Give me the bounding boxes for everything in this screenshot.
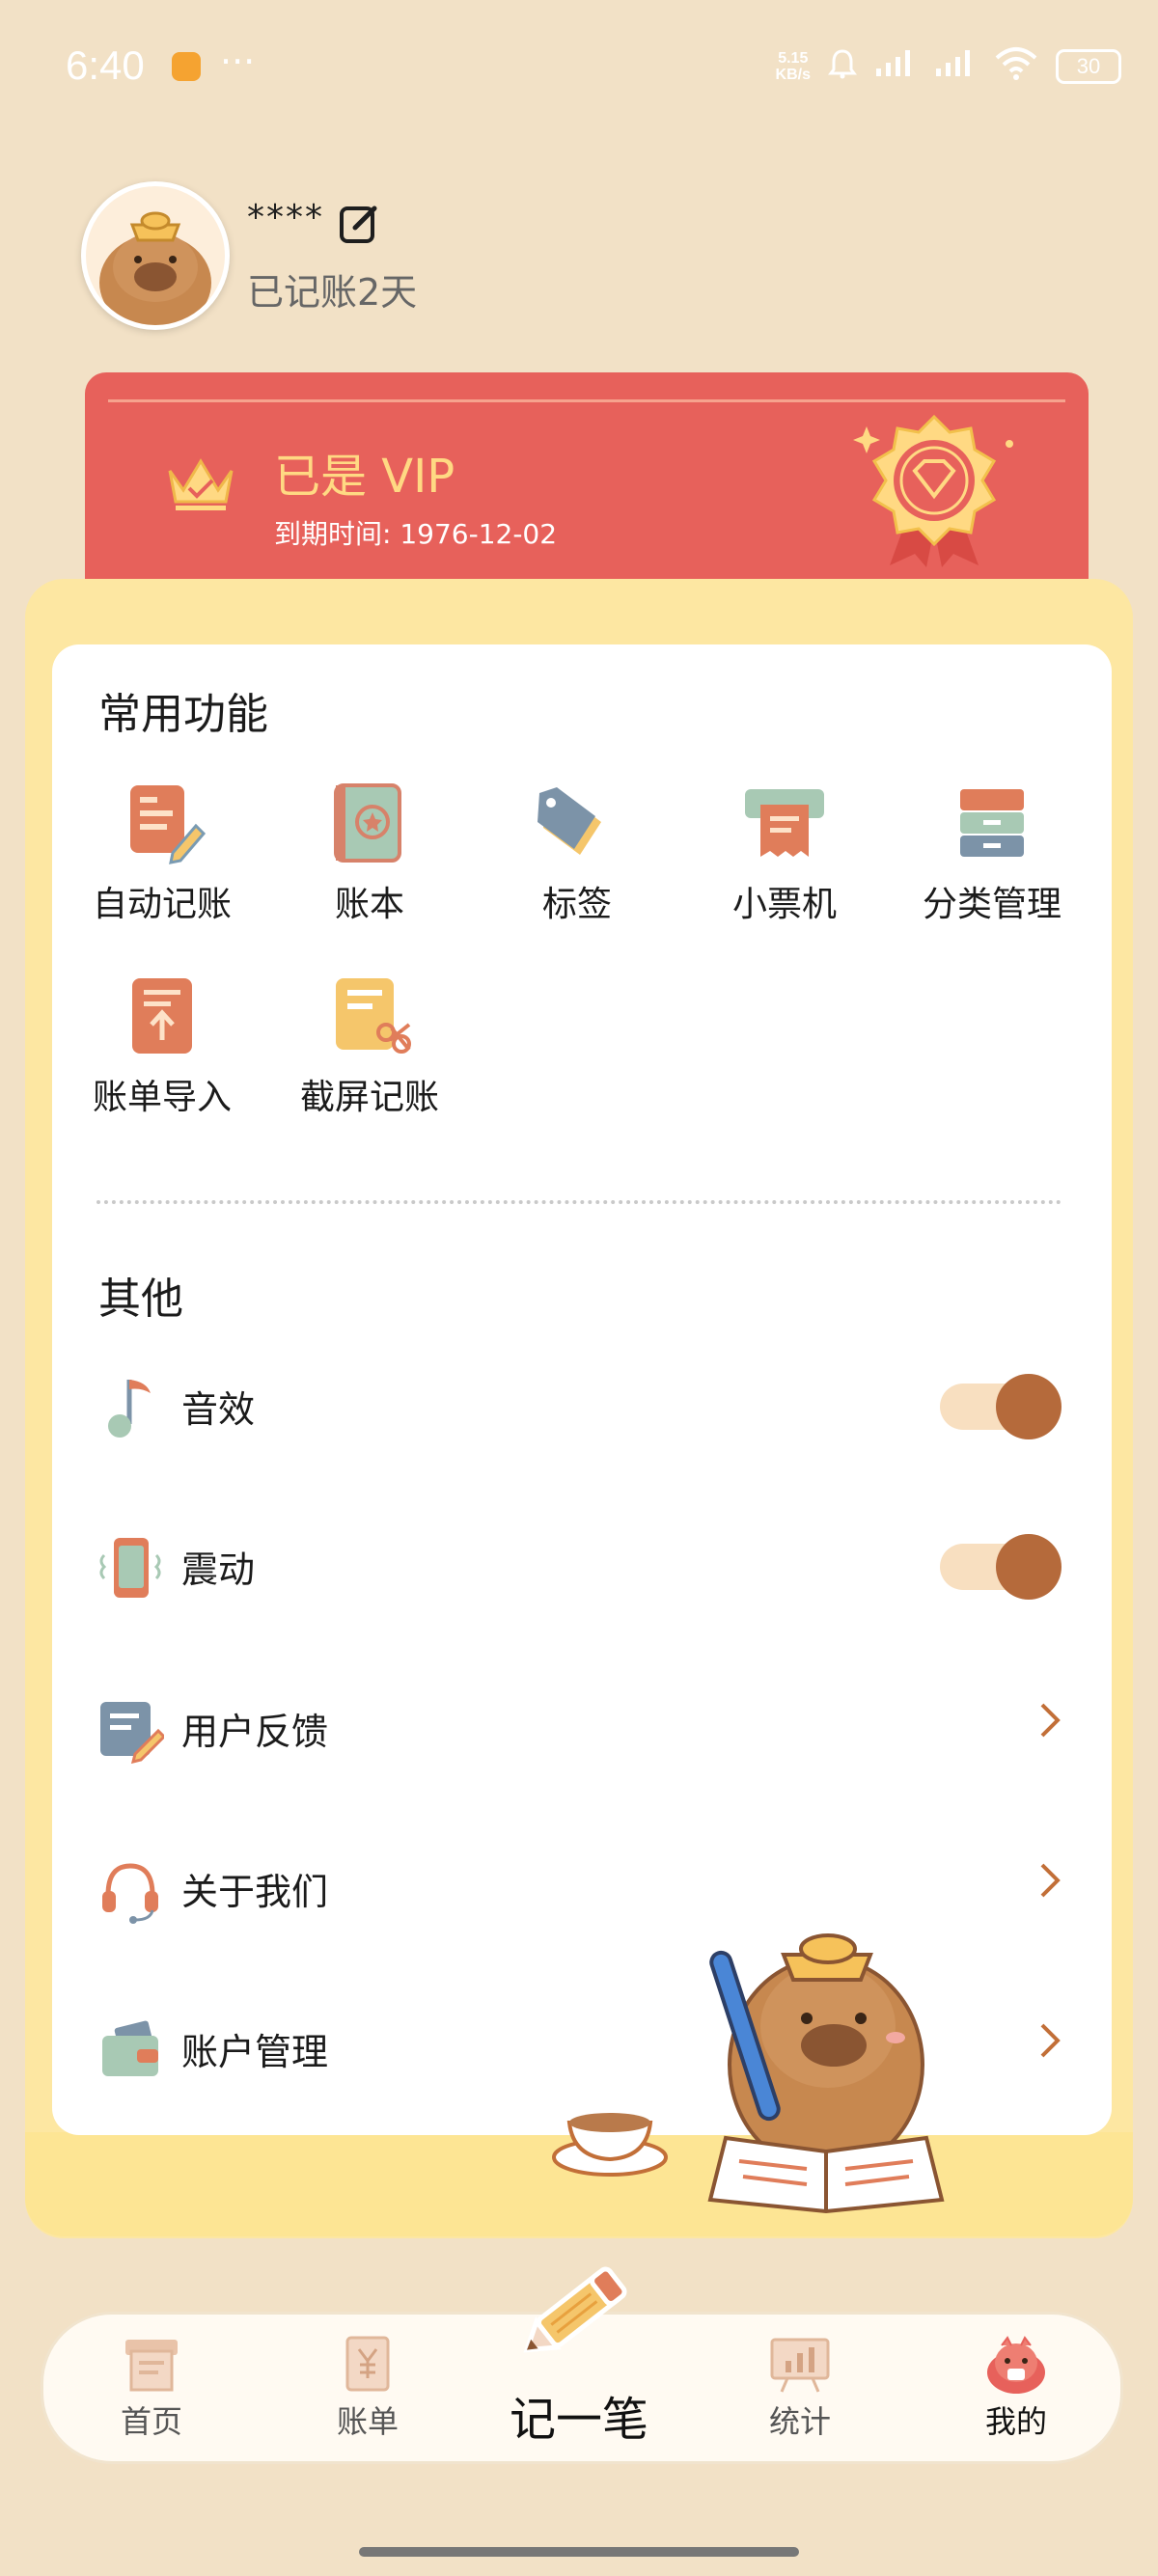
grid-label: 截屏记账: [299, 1078, 439, 1117]
feedback-label: 用户反馈: [181, 1711, 329, 1753]
signal-icon-1: [874, 47, 917, 86]
bill-import-icon: [119, 973, 206, 1059]
grid-label: 账单导入: [92, 1078, 232, 1117]
wallet-icon: [96, 2016, 164, 2084]
toggle-knob: [996, 1534, 1062, 1600]
more-notifications-icon: ···: [220, 41, 256, 83]
nav-stats[interactable]: 统计: [723, 2334, 877, 2442]
vibration-row: 震动: [96, 1517, 1062, 1609]
pencil-record-icon[interactable]: [510, 2248, 645, 2377]
battery-indicator: 30: [1056, 48, 1121, 84]
grid-item-auto-record[interactable]: 自动记账: [66, 780, 259, 926]
vibration-label: 震动: [181, 1548, 256, 1591]
music-note-icon: [96, 1374, 164, 1441]
username: ****: [247, 198, 324, 237]
category-drawer-icon: [949, 780, 1035, 866]
vip-border-top: [108, 399, 1065, 402]
home-icon: [118, 2334, 185, 2394]
grid-item-tag[interactable]: 标签: [481, 780, 674, 926]
capybara-avatar-icon: [99, 211, 211, 325]
feedback-row[interactable]: 用户反馈: [96, 1679, 1062, 1771]
status-time: 6:40: [66, 42, 145, 88]
ledger-book-icon: [326, 780, 413, 866]
stats-board-icon: [766, 2334, 834, 2394]
record-days: 已记账2天: [247, 271, 418, 314]
net-speed-value: 5.15: [778, 49, 809, 67]
sound-toggle[interactable]: [940, 1374, 1062, 1439]
grid-item-screenshot-record[interactable]: 截屏记账: [273, 973, 466, 1119]
nav-home[interactable]: 首页: [74, 2334, 229, 2442]
net-speed-unit: KB/s: [775, 66, 811, 83]
nav-mine[interactable]: 我的: [939, 2334, 1093, 2442]
chevron-right-icon: [1038, 1698, 1062, 1750]
grid-label: 账本: [334, 885, 404, 924]
account-label: 账户管理: [181, 2031, 329, 2073]
capybara-writing-illustration-icon: [546, 1910, 971, 2223]
sound-label: 音效: [181, 1388, 256, 1431]
nav-stats-label: 统计: [768, 2403, 831, 2440]
home-indicator[interactable]: [359, 2547, 799, 2557]
toggle-knob: [996, 1374, 1062, 1439]
grid-label: 标签: [541, 885, 612, 924]
grid-label: 小票机: [731, 885, 837, 924]
nav-bills-label: 账单: [336, 2403, 399, 2440]
other-section-title: 其他: [98, 1274, 183, 1324]
receipt-printer-icon: [741, 780, 828, 866]
sound-row: 音效: [96, 1357, 1062, 1449]
alarm-icon: [828, 48, 857, 84]
feedback-icon: [96, 1696, 167, 1765]
grid-label: 分类管理: [922, 885, 1062, 924]
net-speed: 5.15 KB/s: [776, 50, 811, 83]
headset-icon: [96, 1856, 164, 1924]
phone-vibrate-icon: [96, 1534, 164, 1602]
grid-item-receipt-printer[interactable]: 小票机: [688, 780, 881, 926]
common-functions-title: 常用功能: [98, 690, 268, 739]
avatar[interactable]: [81, 181, 230, 330]
grid-item-ledger[interactable]: 账本: [273, 780, 466, 926]
tag-icon: [534, 780, 620, 866]
signal-icon-2: [934, 47, 977, 86]
nav-bills[interactable]: 账单: [290, 2334, 445, 2442]
nav-home-label: 首页: [120, 2403, 182, 2440]
notification-app-icon: [172, 52, 201, 81]
grid-label: 自动记账: [92, 885, 232, 924]
nav-mine-label: 我的: [984, 2403, 1047, 2440]
screenshot-record-icon: [326, 973, 413, 1059]
status-right-group: 5.15 KB/s 30: [776, 46, 1121, 86]
vip-expiry: 到期时间: 1976-12-02: [274, 518, 558, 550]
chevron-right-icon: [1038, 2018, 1062, 2070]
section-divider: [96, 1200, 1062, 1204]
about-label: 关于我们: [181, 1871, 329, 1913]
chevron-right-icon: [1038, 1858, 1062, 1910]
wifi-icon: [994, 46, 1038, 86]
crown-icon: [164, 453, 237, 519]
bill-yen-icon: [334, 2334, 401, 2394]
grid-item-category[interactable]: 分类管理: [896, 780, 1089, 926]
edit-profile-icon[interactable]: [338, 203, 380, 245]
capybara-profile-icon: [982, 2334, 1050, 2394]
diamond-badge-icon: [847, 407, 1021, 575]
auto-record-icon: [119, 780, 207, 866]
vip-status: 已是 VIP: [274, 450, 455, 504]
status-bar: 6:40 ··· 5.15 KB/s 30: [0, 0, 1158, 135]
grid-item-bill-import[interactable]: 账单导入: [66, 973, 259, 1119]
record-button[interactable]: 记一笔: [502, 2381, 656, 2449]
vip-card[interactable]: 已是 VIP 到期时间: 1976-12-02: [85, 372, 1089, 614]
vibration-toggle[interactable]: [940, 1534, 1062, 1600]
